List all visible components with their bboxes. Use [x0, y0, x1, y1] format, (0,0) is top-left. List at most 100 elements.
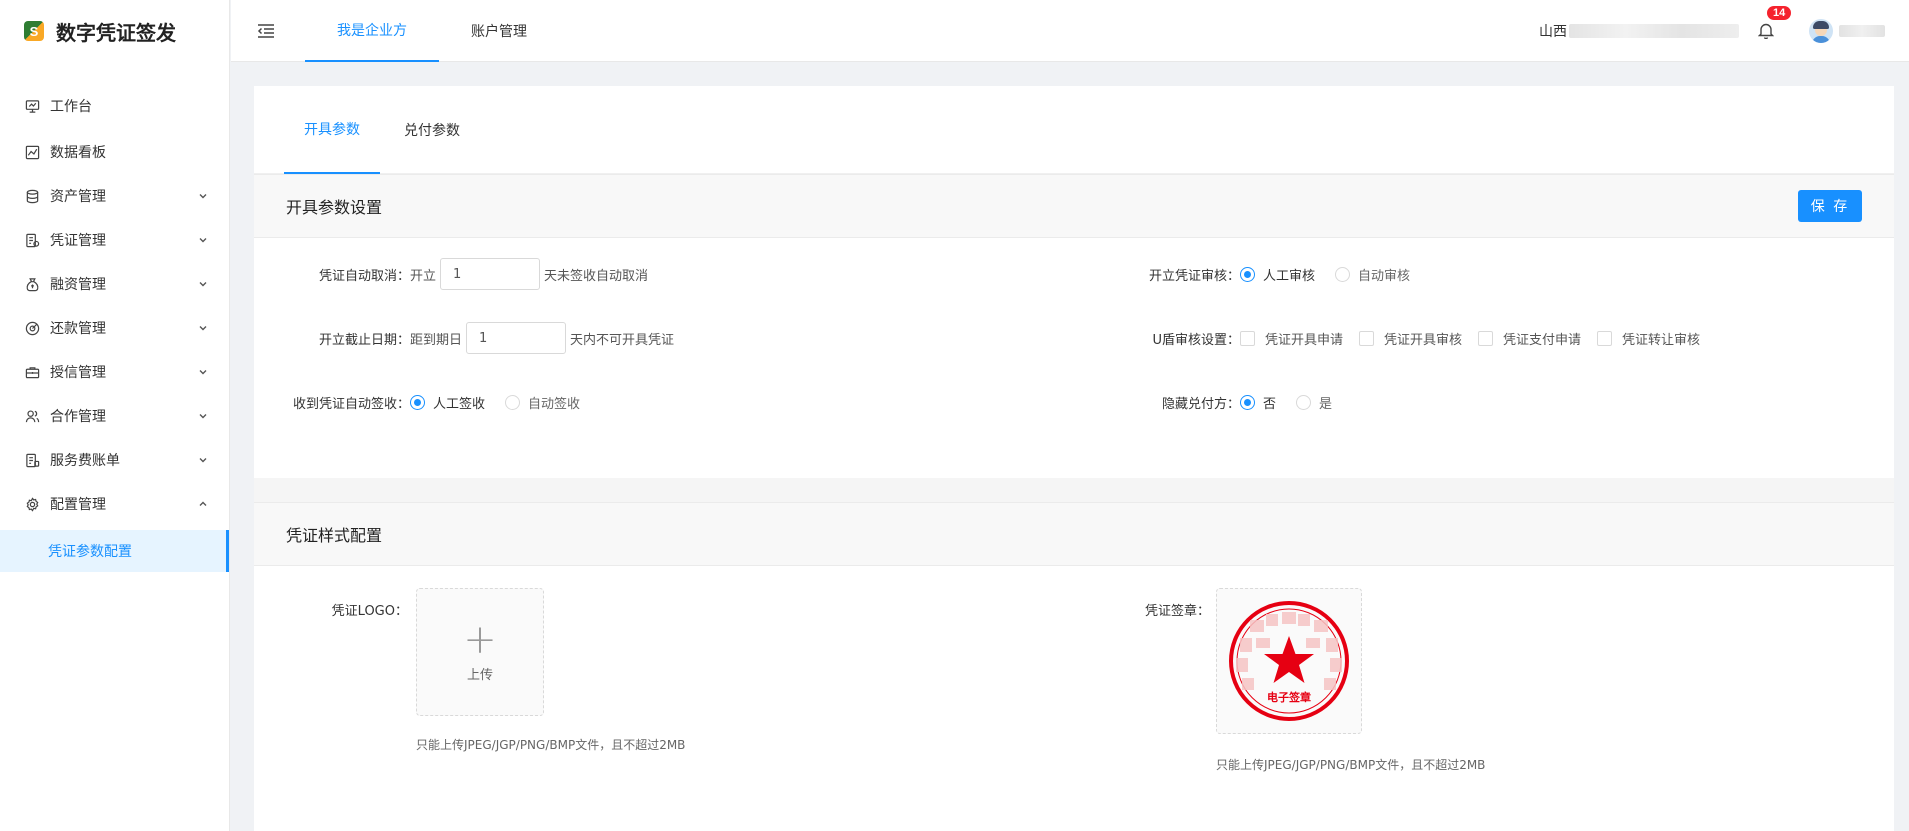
logo-upload-hint: 只能上传JPEG/JGP/PNG/BMP文件，且不超过2MB	[416, 738, 686, 752]
menu-collapse-icon[interactable]	[255, 20, 277, 42]
seal-label: 凭证签章：	[1144, 604, 1210, 619]
header-tabs: 我是企业方 账户管理	[305, 0, 559, 62]
sidebar: S 数字凭证签发 工作台 数据看板 资产管理 凭证管理 融资管理 还款管理 授信…	[0, 0, 230, 831]
param-tabs: 开具参数 兑付参数	[254, 86, 1894, 174]
manual-review-radio[interactable]: 人工审核	[1240, 265, 1315, 284]
app-title: 数字凭证签发	[56, 20, 176, 45]
hide-payer-yes-radio[interactable]: 是	[1296, 393, 1332, 412]
chevron-down-icon	[199, 458, 207, 463]
deadline-days-input[interactable]	[466, 322, 567, 354]
open-review-label: 开立凭证审核：	[1148, 268, 1240, 284]
section-title: 凭证样式配置	[286, 526, 383, 545]
checkbox-issue-apply[interactable]: 凭证开具申请	[1240, 329, 1343, 348]
bill-icon	[24, 452, 40, 468]
checkbox-pay-apply[interactable]: 凭证支付申请	[1478, 329, 1581, 348]
main-panel: 开具参数 兑付参数 开具参数设置 保 存 凭证自动取消： 开立 天未签收自动取消…	[254, 86, 1894, 831]
chevron-down-icon	[199, 370, 207, 375]
bell-icon	[1758, 23, 1774, 39]
sidebar-item-financing[interactable]: 融资管理	[0, 262, 229, 306]
chevron-up-icon	[199, 501, 207, 506]
chevron-down-icon	[199, 238, 207, 243]
header-right: 山西 14	[1539, 5, 1909, 43]
top-header: 我是企业方 账户管理 山西 14	[231, 0, 1909, 62]
chevron-down-icon	[199, 326, 207, 331]
section-title: 开具参数设置	[286, 198, 383, 217]
database-icon	[24, 188, 40, 204]
username-redacted[interactable]	[1839, 24, 1885, 37]
auto-cancel-prefix: 开立	[410, 268, 437, 284]
checkbox-transfer-review[interactable]: 凭证转让审核	[1597, 329, 1700, 348]
monitor-icon	[24, 98, 40, 114]
sidebar-item-vouchers[interactable]: 凭证管理	[0, 218, 229, 262]
issue-params-header: 开具参数设置 保 存	[254, 174, 1894, 238]
tab-account-management[interactable]: 账户管理	[439, 0, 559, 62]
auto-cancel-row: 凭证自动取消： 开立 天未签收自动取消	[254, 258, 652, 290]
style-config-form: 凭证LOGO： + 上传 只能上传JPEG/JGP/PNG/BMP文件，且不超过…	[254, 566, 1894, 831]
money-bag-icon	[24, 276, 40, 292]
hide-payer-no-radio[interactable]: 否	[1240, 393, 1276, 412]
company-name-redacted	[1569, 23, 1739, 38]
ukey-review-label: U盾审核设置：	[1152, 332, 1240, 348]
notification-badge: 14	[1767, 5, 1792, 20]
sidebar-item-assets[interactable]: 资产管理	[0, 174, 229, 218]
seal-image: 电子签章	[1229, 601, 1349, 721]
sidebar-item-label: 授信管理	[50, 365, 106, 381]
chevron-down-icon	[199, 282, 207, 287]
target-icon	[24, 320, 40, 336]
sidebar-item-credit[interactable]: 授信管理	[0, 350, 229, 394]
sidebar-item-label: 服务费账单	[50, 453, 120, 469]
notification-button[interactable]: 14	[1755, 5, 1792, 42]
auto-cancel-suffix: 天未签收自动取消	[544, 268, 649, 284]
deadline-row: 开立截止日期： 距到期日 天内不可开具凭证	[254, 322, 678, 354]
logo-label: 凭证LOGO：	[331, 604, 408, 619]
sidebar-item-label: 还款管理	[50, 321, 106, 337]
seal-upload-hint: 只能上传JPEG/JGP/PNG/BMP文件，且不超过2MB	[1216, 758, 1486, 772]
sidebar-item-repayment[interactable]: 还款管理	[0, 306, 229, 350]
plus-icon: +	[463, 616, 497, 663]
tab-issue-params[interactable]: 开具参数	[284, 86, 380, 174]
section-divider	[254, 478, 1894, 502]
gear-icon	[24, 496, 40, 512]
issue-params-form: 凭证自动取消： 开立 天未签收自动取消 开立截止日期： 距到期日 天内不可开具凭…	[254, 238, 1894, 478]
sidebar-item-label: 工作台	[50, 99, 92, 115]
sidebar-subitem-label: 凭证参数配置	[48, 544, 132, 560]
sidebar-item-label: 数据看板	[50, 145, 106, 161]
sidebar-item-workbench[interactable]: 工作台	[0, 82, 229, 130]
auto-sign-label: 收到凭证自动签收：	[292, 396, 410, 412]
sidebar-item-cooperation[interactable]: 合作管理	[0, 394, 229, 438]
sidebar-item-label: 凭证管理	[50, 233, 106, 249]
checkbox-issue-review[interactable]: 凭证开具审核	[1359, 329, 1462, 348]
document-icon	[24, 232, 40, 248]
chart-icon	[24, 144, 40, 160]
upload-label: 上传	[466, 667, 493, 683]
save-button[interactable]: 保 存	[1798, 190, 1862, 222]
logo-icon: S	[24, 21, 44, 41]
sidebar-item-service-bills[interactable]: 服务费账单	[0, 438, 229, 482]
sidebar-menu: 工作台 数据看板 资产管理 凭证管理 融资管理 还款管理 授信管理 合作管理 服…	[0, 82, 229, 572]
sidebar-item-label: 融资管理	[50, 277, 106, 293]
users-icon	[24, 408, 40, 424]
tab-enterprise[interactable]: 我是企业方	[305, 0, 439, 62]
sidebar-item-dashboard[interactable]: 数据看板	[0, 130, 229, 174]
logo-upload-button[interactable]: + 上传	[416, 588, 544, 716]
chevron-down-icon	[199, 414, 207, 419]
company-name: 山西	[1539, 23, 1567, 40]
style-config-header: 凭证样式配置	[254, 502, 1894, 566]
seal-upload-button[interactable]: 电子签章	[1216, 588, 1362, 734]
auto-cancel-days-input[interactable]	[440, 258, 541, 290]
deadline-prefix: 距到期日	[410, 332, 463, 348]
briefcase-icon	[24, 364, 40, 380]
tab-redeem-params[interactable]: 兑付参数	[384, 86, 480, 174]
auto-review-radio[interactable]: 自动审核	[1335, 265, 1410, 284]
sidebar-item-config[interactable]: 配置管理	[0, 482, 229, 526]
sidebar-item-label: 资产管理	[50, 189, 106, 205]
auto-sign-radio[interactable]: 自动签收	[505, 393, 580, 412]
deadline-label: 开立截止日期：	[318, 332, 410, 348]
seal-text: 电子签章	[1267, 690, 1311, 704]
manual-sign-radio[interactable]: 人工签收	[410, 393, 485, 412]
sidebar-subitem-voucher-params[interactable]: 凭证参数配置	[0, 530, 229, 572]
auto-sign-row: 收到凭证自动签收： 人工签收 自动签收	[254, 386, 600, 418]
hide-payer-row: 隐藏兑付方： 否 是	[1054, 386, 1352, 418]
app-logo[interactable]: S 数字凭证签发	[0, 0, 229, 62]
avatar[interactable]	[1809, 18, 1833, 43]
